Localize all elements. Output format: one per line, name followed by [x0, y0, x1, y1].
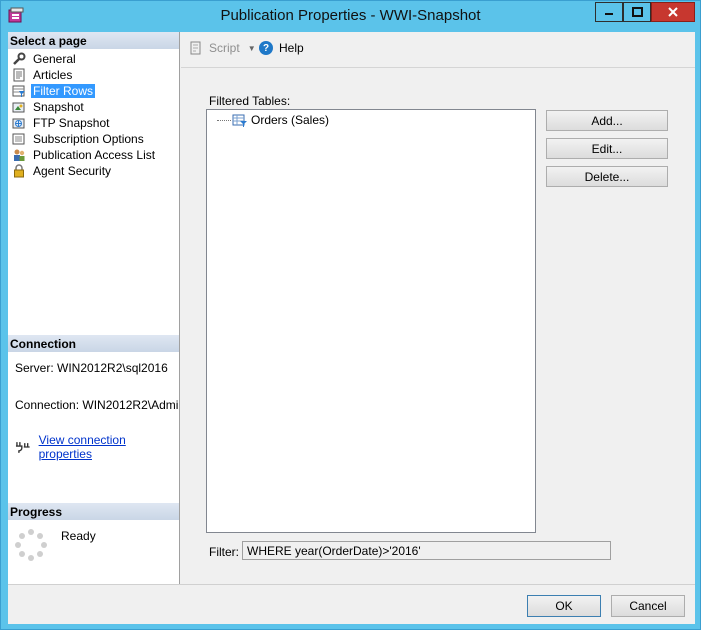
server-text: Server: WIN2012R2\sql2016 [15, 361, 168, 375]
maximize-icon [631, 7, 643, 17]
snapshot-icon [12, 100, 26, 114]
page-item-label: General [33, 52, 76, 66]
page-list: General Articles Filter Rows Snapshot FT… [8, 51, 179, 179]
page-item-general[interactable]: General [8, 51, 179, 67]
ftp-icon [12, 116, 26, 130]
filter-field[interactable] [242, 541, 611, 560]
wrench-icon [12, 52, 26, 66]
spinner-icon [15, 529, 47, 561]
page-item-label: Subscription Options [33, 132, 144, 146]
maximize-button[interactable] [623, 2, 651, 22]
tree-item-orders[interactable]: Orders (Sales) [217, 113, 329, 127]
close-button[interactable] [651, 2, 695, 22]
connection-header: Connection [8, 335, 179, 352]
title-bar[interactable]: Publication Properties - WWI-Snapshot [1, 1, 700, 31]
filter-icon [12, 84, 26, 98]
dialog-client: Select a page General Articles Filter Ro… [8, 32, 695, 624]
delete-button[interactable]: Delete... [546, 166, 668, 187]
toolbar: Script ▼ ? Help [181, 32, 695, 68]
plug-icon [15, 442, 30, 453]
page-item-label: FTP Snapshot [33, 116, 110, 130]
connection-text: Connection: WIN2012R2\Administrator [15, 398, 179, 412]
page-item-label: Snapshot [33, 100, 84, 114]
page-item-filter-rows[interactable]: Filter Rows [8, 83, 179, 99]
page-item-publication-access-list[interactable]: Publication Access List [8, 147, 179, 163]
help-label: Help [279, 41, 304, 55]
close-icon [668, 7, 678, 17]
page-item-articles[interactable]: Articles [8, 67, 179, 83]
cancel-button[interactable]: Cancel [611, 595, 685, 617]
dialog-window: Publication Properties - WWI-Snapshot Se… [0, 0, 701, 630]
view-connection-link[interactable]: View connection properties [39, 433, 179, 461]
right-pane: Script ▼ ? Help Filtered Tables: Orders … [181, 32, 695, 584]
page-item-label: Articles [33, 68, 73, 82]
script-label: Script [209, 41, 240, 55]
page-item-label: Agent Security [33, 164, 112, 178]
help-icon: ? [259, 41, 273, 55]
table-filter-icon [232, 114, 247, 127]
left-pane: Select a page General Articles Filter Ro… [8, 32, 180, 584]
minimize-button[interactable] [595, 2, 623, 22]
minimize-icon [605, 13, 613, 15]
page-item-subscription-options[interactable]: Subscription Options [8, 131, 179, 147]
progress-status: Ready [61, 529, 96, 543]
script-button[interactable]: Script ▼ [189, 41, 256, 55]
filtered-tables-label: Filtered Tables: [209, 94, 291, 108]
help-button[interactable]: ? Help [259, 41, 304, 55]
progress-header: Progress [8, 503, 179, 520]
page-item-agent-security[interactable]: Agent Security [8, 163, 179, 179]
filtered-tables-tree[interactable]: Orders (Sales) [206, 109, 536, 533]
view-connection-properties[interactable]: View connection properties [15, 433, 179, 461]
users-icon [12, 148, 26, 162]
lock-icon [12, 164, 26, 178]
ok-button[interactable]: OK [527, 595, 601, 617]
chevron-down-icon[interactable]: ▼ [248, 44, 256, 53]
progress-area: Ready [15, 529, 96, 561]
tree-connector [217, 119, 231, 121]
page-item-snapshot[interactable]: Snapshot [8, 99, 179, 115]
filter-label: Filter: [209, 545, 239, 559]
page-item-label: Publication Access List [33, 148, 156, 162]
edit-button[interactable]: Edit... [546, 138, 668, 159]
document-icon [12, 68, 26, 82]
add-button[interactable]: Add... [546, 110, 668, 131]
tree-item-label: Orders (Sales) [251, 113, 330, 127]
options-icon [12, 132, 26, 146]
dialog-footer: OK Cancel [8, 584, 695, 624]
script-icon [190, 41, 201, 55]
page-item-label: Filter Rows [31, 84, 96, 98]
select-page-header: Select a page [8, 32, 179, 49]
page-item-ftp-snapshot[interactable]: FTP Snapshot [8, 115, 179, 131]
